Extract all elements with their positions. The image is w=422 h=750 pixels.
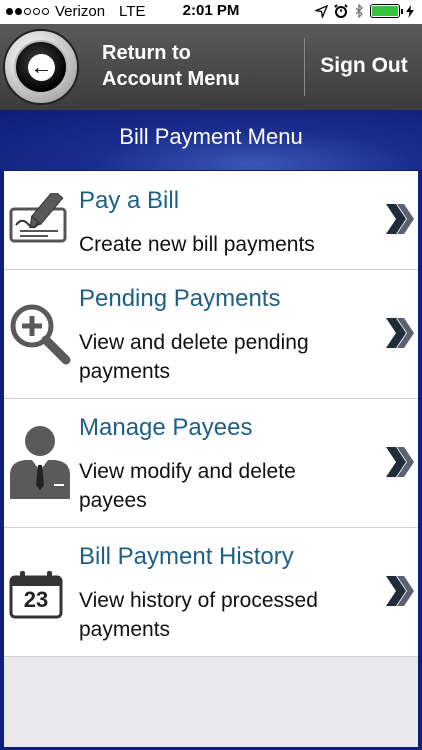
person-icon — [10, 426, 70, 499]
back-button-inner: ← — [14, 40, 68, 94]
status-bar: Verizon LTE 2:01 PM — [0, 0, 422, 24]
title-band: Bill Payment Menu — [0, 110, 422, 170]
menu-item-pay-a-bill[interactable]: Pay a Bill Create new bill payments — [4, 171, 418, 270]
battery-icon — [370, 4, 403, 18]
alarm-clock-icon — [334, 4, 348, 18]
battery-fill — [372, 6, 398, 16]
pen-check-icon — [9, 193, 67, 243]
menu-item-manage-payees[interactable]: Manage Payees View modify and delete pay… — [4, 399, 418, 528]
item-title: Pay a Bill — [79, 187, 180, 214]
bluetooth-icon — [355, 4, 363, 18]
magnify-plus-icon — [10, 304, 71, 365]
back-button[interactable]: ← — [3, 29, 79, 105]
calendar-day-number: 23 — [23, 587, 49, 612]
return-label-line1: Return to — [102, 42, 191, 64]
item-description: Create new bill payments — [79, 233, 315, 256]
chevron-right-double-icon — [386, 318, 414, 348]
page-title: Bill Payment Menu — [119, 124, 303, 149]
return-to-account-menu-button[interactable]: Return to Account Menu — [102, 40, 292, 92]
status-right — [315, 4, 414, 18]
menu-list: Pay a Bill Create new bill payments Pend… — [4, 171, 418, 747]
app-header: ← Return to Account Menu Sign Out — [0, 24, 422, 110]
sign-out-button[interactable]: Sign Out — [306, 54, 422, 78]
menu-item-pending-payments[interactable]: Pending Payments View and delete pending… — [4, 270, 418, 399]
back-arrow-icon: ← — [28, 54, 55, 81]
calendar-icon: 23 — [8, 570, 64, 620]
menu-item-bill-payment-history[interactable]: 23 Bill Payment History View history of … — [4, 528, 418, 657]
item-description: View history of processed payments — [79, 589, 318, 641]
return-label-line2: Account Menu — [102, 68, 240, 90]
item-title: Pending Payments — [79, 285, 281, 312]
location-arrow-icon — [315, 4, 328, 18]
item-description: View and delete pending payments — [79, 331, 309, 383]
charging-bolt-icon — [406, 4, 414, 18]
item-description: View modify and delete payees — [79, 460, 296, 512]
item-title: Bill Payment History — [79, 543, 294, 570]
chevron-right-double-icon — [386, 204, 414, 234]
header-divider — [304, 38, 305, 96]
item-title: Manage Payees — [79, 414, 253, 441]
chevron-right-double-icon — [386, 576, 414, 606]
chevron-right-double-icon — [386, 447, 414, 477]
